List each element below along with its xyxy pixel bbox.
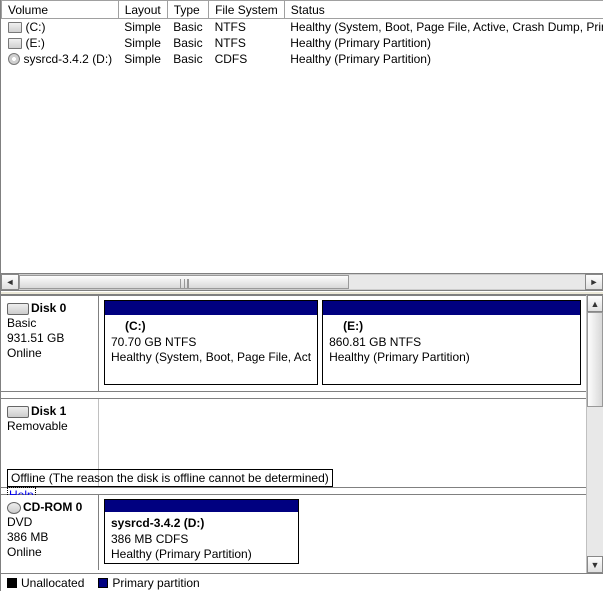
offline-text: Offline (The reason the disk is offline … [11,471,329,485]
volume-type: Basic [167,19,208,35]
volume-name: (C:) [26,20,46,34]
disk-type: Removable [7,419,68,433]
column-header-type[interactable]: Type [167,1,208,19]
legend-label-primary: Primary partition [112,576,199,590]
column-header-status[interactable]: Status [284,1,603,19]
optical-drive-icon [7,502,21,514]
partition-header-bar [105,301,317,315]
partition-d[interactable]: sysrcd-3.4.2 (D:) 386 MB CDFS Healthy (P… [104,499,299,564]
disk-label: CD-ROM 0 DVD 386 MB Online [1,495,99,570]
disk-list: Disk 0 Basic 931.51 GB Online (C:) 70.70… [1,295,586,573]
disk-block-0[interactable]: Disk 0 Basic 931.51 GB Online (C:) 70.70… [1,295,586,392]
scroll-down-button[interactable]: ▼ [587,556,603,573]
column-header-filesystem[interactable]: File System [209,1,285,19]
disk-block-cdrom[interactable]: CD-ROM 0 DVD 386 MB Online sysrcd-3.4.2 … [1,494,586,570]
scroll-left-button[interactable]: ◄ [1,274,19,290]
partition-title: sysrcd-3.4.2 (D:) [111,516,292,532]
legend-bar: Unallocated Primary partition [1,573,603,591]
legend-label-unallocated: Unallocated [21,576,84,590]
drive-icon [8,38,22,49]
scroll-right-button[interactable]: ► [585,274,603,290]
volume-table-header-row: Volume Layout Type File System Status [2,1,603,19]
scroll-up-button[interactable]: ▲ [587,295,603,312]
volume-table: Volume Layout Type File System Status (C… [1,0,603,67]
volume-layout: Simple [118,51,167,67]
disk-state: Online [7,346,42,360]
partition-e[interactable]: (E:) 860.81 GB NTFS Healthy (Primary Par… [322,300,581,385]
volume-layout: Simple [118,35,167,51]
disk-title: Disk 1 [31,404,66,418]
disk-label: Disk 0 Basic 931.51 GB Online [1,296,99,391]
disk-title: Disk 0 [31,301,66,315]
disc-icon [8,53,20,65]
disk-type: DVD [7,515,32,529]
volume-name: sysrcd-3.4.2 (D:) [24,52,113,66]
scroll-track[interactable] [587,312,603,556]
partition-title: (E:) [329,319,574,335]
disk-block-1[interactable]: Disk 1 Removable Offline (The reason the… [1,398,586,488]
partition-status: Healthy (Primary Partition) [329,350,574,366]
partition-c[interactable]: (C:) 70.70 GB NTFS Healthy (System, Boot… [104,300,318,385]
scroll-thumb[interactable] [19,275,349,289]
partition-status: Healthy (System, Boot, Page File, Act [111,350,311,366]
disk-size: 931.51 GB [7,331,64,345]
removable-disk-icon [7,406,29,418]
disk-title: CD-ROM 0 [23,500,82,514]
vertical-scrollbar[interactable]: ▲ ▼ [586,295,603,573]
partition-title: (C:) [111,319,311,335]
volume-status: Healthy (System, Boot, Page File, Active… [284,19,603,35]
disk-body: (C:) 70.70 GB NTFS Healthy (System, Boot… [99,296,586,391]
volume-layout: Simple [118,19,167,35]
column-header-volume[interactable]: Volume [2,1,119,19]
volume-list-pane: Volume Layout Type File System Status (C… [1,0,603,273]
horizontal-scrollbar[interactable]: ◄ ► [1,273,603,291]
volume-row[interactable]: (C:) SimpleBasicNTFSHealthy (System, Boot… [2,19,603,35]
disk-body: sysrcd-3.4.2 (D:) 386 MB CDFS Healthy (P… [99,495,586,570]
volume-row[interactable]: (E:) SimpleBasicNTFSHealthy (Primary Part… [2,35,603,51]
volume-name: (E:) [26,36,45,50]
volume-row[interactable]: sysrcd-3.4.2 (D:) SimpleBasicCDFSHealthy … [2,51,603,67]
volume-type: Basic [167,51,208,67]
scroll-track[interactable] [19,274,585,290]
disk-map-pane: Disk 0 Basic 931.51 GB Online (C:) 70.70… [1,295,603,573]
partition-size: 860.81 GB NTFS [329,335,574,351]
volume-fs: NTFS [209,19,285,35]
disk-type: Basic [7,316,36,330]
disk-size: 386 MB [7,530,48,544]
partition-header-bar [323,301,580,315]
partition-status: Healthy (Primary Partition) [111,547,292,563]
volume-type: Basic [167,35,208,51]
partition-size: 70.70 GB NTFS [111,335,311,351]
volume-status: Healthy (Primary Partition) [284,51,603,67]
volume-status: Healthy (Primary Partition) [284,35,603,51]
legend-swatch-unallocated [7,578,17,588]
volume-fs: NTFS [209,35,285,51]
hard-disk-icon [7,303,29,315]
legend-swatch-primary [98,578,108,588]
scroll-thumb[interactable] [587,312,603,407]
partition-size: 386 MB CDFS [111,532,292,548]
disk-management-window: Volume Layout Type File System Status (C… [0,0,603,591]
column-header-layout[interactable]: Layout [118,1,167,19]
offline-message: Offline (The reason the disk is offline … [7,469,333,487]
drive-icon [8,22,22,33]
volume-fs: CDFS [209,51,285,67]
disk-state: Online [7,545,42,559]
